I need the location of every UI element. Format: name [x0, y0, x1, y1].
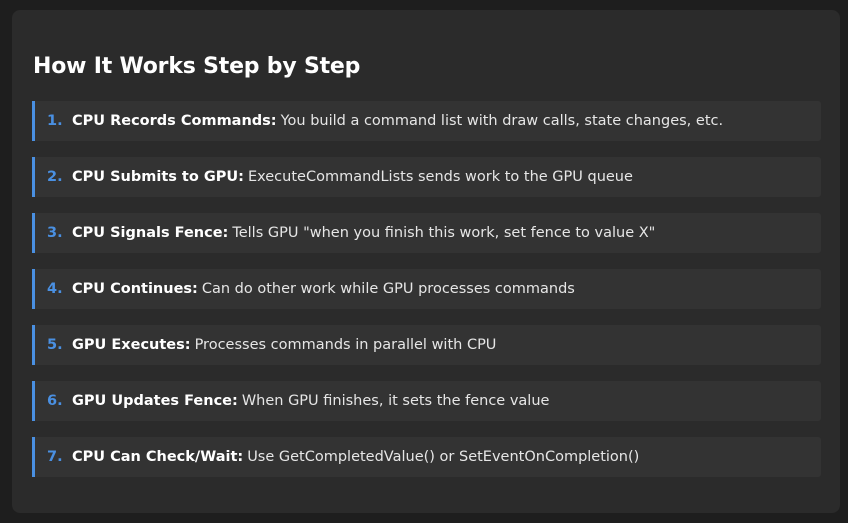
- step-item: 5. GPU Executes: Processes commands in p…: [32, 325, 821, 365]
- step-number: 6.: [47, 393, 63, 409]
- step-item: 2. CPU Submits to GPU: ExecuteCommandLis…: [32, 157, 821, 197]
- step-number: 1.: [47, 113, 63, 129]
- step-heading: CPU Submits to GPU:: [72, 169, 244, 185]
- content-card: How It Works Step by Step 1. CPU Records…: [12, 10, 840, 513]
- section-title: How It Works Step by Step: [33, 54, 361, 79]
- step-description: Tells GPU "when you finish this work, se…: [232, 225, 656, 241]
- step-item: 1. CPU Records Commands: You build a com…: [32, 101, 821, 141]
- step-heading: GPU Updates Fence:: [72, 393, 238, 409]
- step-number: 5.: [47, 337, 63, 353]
- step-item: 7. CPU Can Check/Wait: Use GetCompletedV…: [32, 437, 821, 477]
- step-description: You build a command list with draw calls…: [280, 113, 724, 129]
- step-number: 4.: [47, 281, 63, 297]
- step-description: When GPU finishes, it sets the fence val…: [241, 393, 550, 409]
- step-item: 4. CPU Continues: Can do other work whil…: [32, 269, 821, 309]
- step-description: ExecuteCommandLists sends work to the GP…: [247, 169, 633, 185]
- step-description: Can do other work while GPU processes co…: [201, 281, 575, 297]
- step-heading: CPU Records Commands:: [72, 113, 277, 129]
- step-number: 7.: [47, 449, 63, 465]
- step-item: 3. CPU Signals Fence: Tells GPU "when yo…: [32, 213, 821, 253]
- step-heading: GPU Executes:: [72, 337, 191, 353]
- step-heading: CPU Signals Fence:: [72, 225, 229, 241]
- step-item: 6. GPU Updates Fence: When GPU finishes,…: [32, 381, 821, 421]
- step-number: 3.: [47, 225, 63, 241]
- steps-list: 1. CPU Records Commands: You build a com…: [32, 101, 821, 493]
- step-description: Use GetCompletedValue() or SetEventOnCom…: [247, 449, 640, 465]
- step-heading: CPU Can Check/Wait:: [72, 449, 244, 465]
- step-description: Processes commands in parallel with CPU: [194, 337, 497, 353]
- step-heading: CPU Continues:: [72, 281, 198, 297]
- step-number: 2.: [47, 169, 63, 185]
